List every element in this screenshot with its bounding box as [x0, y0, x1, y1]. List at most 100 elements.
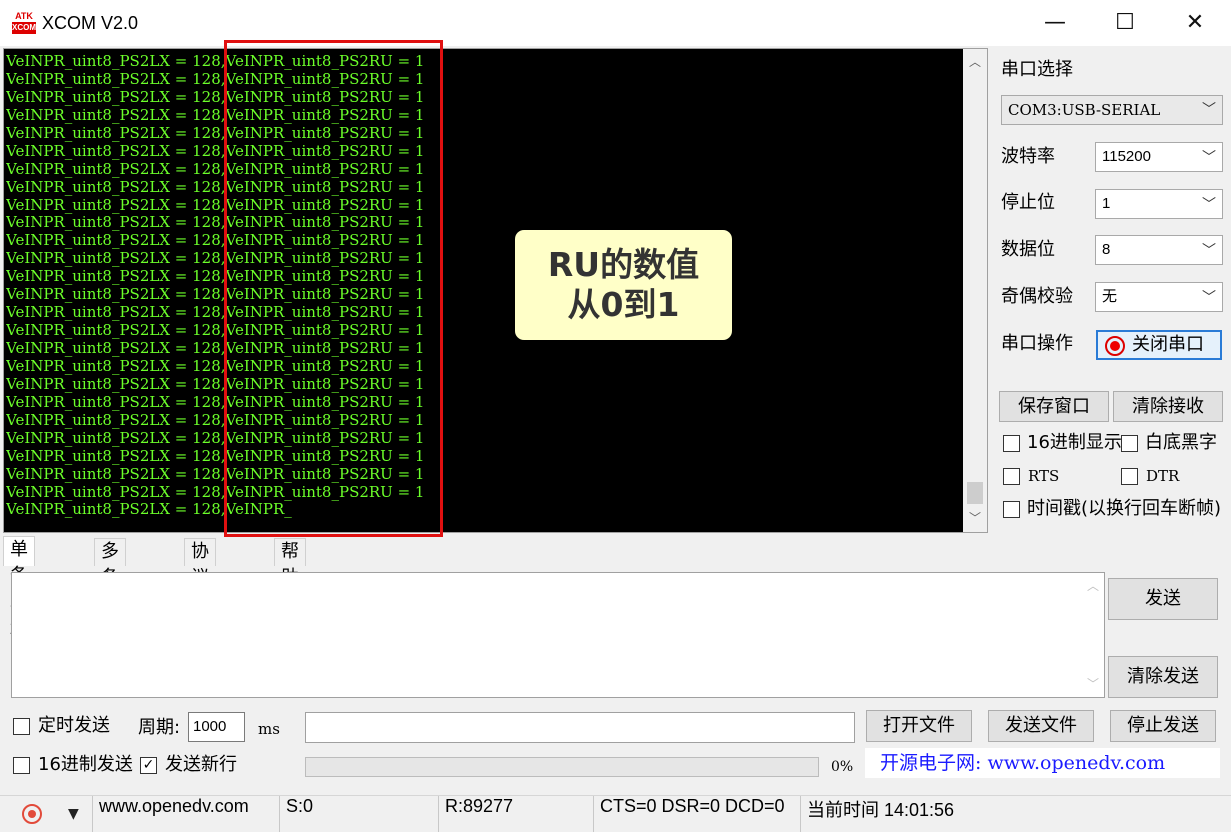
- status-sent-count: S:0: [279, 796, 313, 832]
- send-progress-bar: [305, 757, 819, 777]
- timestamp-checkbox[interactable]: [1003, 501, 1020, 518]
- chevron-down-icon: ﹀: [1202, 102, 1216, 118]
- logo-top-text: ATK: [15, 11, 33, 21]
- send-button[interactable]: 发送: [1108, 578, 1218, 620]
- callout-line-2: 从0到1: [567, 285, 680, 324]
- receive-line: VeINPR_uint8_PS2LX = 128,VeINPR_uint8_PS…: [6, 106, 425, 124]
- chevron-down-icon: ﹀: [1202, 289, 1216, 305]
- port-status-icon: [1105, 336, 1125, 356]
- period-unit: ms: [258, 720, 280, 738]
- hex-send-label: 16进制发送: [38, 754, 133, 775]
- maximize-button[interactable]: ☐: [1090, 0, 1160, 46]
- stop-bits-label: 停止位: [1001, 192, 1055, 213]
- dtr-checkbox[interactable]: [1121, 468, 1138, 485]
- timed-send-checkbox[interactable]: [13, 718, 30, 735]
- scroll-thumb[interactable]: [967, 482, 983, 504]
- caret-down-icon[interactable]: ▼: [68, 796, 79, 832]
- port-select-label: 串口选择: [1001, 59, 1073, 80]
- chevron-down-icon: ﹀: [1202, 242, 1216, 258]
- receive-line: VeINPR_uint8_PS2LX = 128,VeINPR_uint8_PS…: [6, 196, 425, 214]
- parity-value: 无: [1102, 288, 1118, 305]
- file-path-input[interactable]: [305, 712, 855, 743]
- receive-line: VeINPR_uint8_PS2LX = 128,VeINPR_uint8_PS…: [6, 411, 425, 429]
- receive-line: VeINPR_uint8_PS2LX = 128,VeINPR_uint8_PS…: [6, 232, 425, 250]
- receive-line: VeINPR_uint8_PS2LX = 128,VeINPR_uint8_PS…: [6, 393, 425, 411]
- annotation-callout: RU的数值 从0到1: [515, 230, 732, 340]
- stop-bits-value: 1: [1102, 195, 1111, 212]
- title-bar: ATK XCOM XCOM V2.0 — ☐ ✕: [0, 0, 1231, 46]
- scroll-down-icon[interactable]: ﹀: [963, 507, 987, 529]
- receive-textarea[interactable]: VeINPR_uint8_PS2LX = 128,VeINPR_uint8_PS…: [3, 48, 988, 533]
- status-website[interactable]: www.openedv.com: [92, 796, 249, 832]
- send-scrollbar[interactable]: ︿ ﹀: [1082, 573, 1104, 697]
- receive-scrollbar[interactable]: ︿ ﹀: [963, 49, 987, 532]
- tab-help[interactable]: 帮助: [274, 538, 306, 588]
- status-time: 当前时间 14:01:56: [800, 796, 954, 832]
- data-bits-value: 8: [1102, 241, 1111, 258]
- stop-send-button[interactable]: 停止发送: [1110, 710, 1216, 742]
- scroll-down-icon[interactable]: ﹀: [1082, 673, 1104, 695]
- data-bits-select[interactable]: 8 ﹀: [1095, 235, 1223, 265]
- chevron-down-icon: ﹀: [1202, 149, 1216, 165]
- parity-label: 奇偶校验: [1001, 286, 1073, 307]
- status-lines: CTS=0 DSR=0 DCD=0: [593, 796, 785, 832]
- port-select-value: COM3:USB-SERIAL: [1008, 101, 1161, 119]
- receive-line: VeINPR_uint8_PS2LX = 128,VeINPR_uint8_PS…: [6, 429, 425, 447]
- xcom-window: ATK XCOM XCOM V2.0 — ☐ ✕ VeINPR_uint8_PS…: [0, 0, 1231, 832]
- clear-send-button[interactable]: 清除发送: [1108, 656, 1218, 698]
- port-select[interactable]: COM3:USB-SERIAL ﹀: [1001, 95, 1223, 125]
- receive-line: VeINPR_uint8_PS2LX = 128,VeINPR_uint8_PS…: [6, 53, 425, 70]
- minimize-button[interactable]: —: [1020, 0, 1090, 46]
- openedv-banner[interactable]: 开源电子网: www.openedv.com: [865, 748, 1220, 778]
- record-icon[interactable]: [22, 804, 42, 824]
- white-black-checkbox[interactable]: [1121, 435, 1138, 452]
- receive-line: VeINPR_uint8_PS2LX = 128,VeINPR_uint8_PS…: [6, 375, 425, 393]
- parity-select[interactable]: 无 ﹀: [1095, 282, 1223, 312]
- receive-line: VeINPR_uint8_PS2LX = 128,VeINPR_uint8_PS…: [6, 483, 425, 501]
- receive-line: VeINPR_uint8_PS2LX = 128,VeINPR_uint8_PS…: [6, 340, 425, 357]
- close-button[interactable]: ✕: [1160, 0, 1230, 46]
- send-newline-label: 发送新行: [165, 754, 237, 775]
- receive-line: VeINPR_uint8_PS2LX = 128,VeINPR_uint8_PS…: [6, 304, 425, 322]
- period-input[interactable]: 1000: [188, 712, 245, 742]
- window-title: XCOM V2.0: [42, 13, 139, 33]
- serial-op-label: 串口操作: [1001, 333, 1073, 354]
- receive-line: VeINPR_uint8_PS2LX = 128,VeINPR_uint8_PS…: [6, 142, 425, 160]
- dtr-label: DTR: [1146, 467, 1180, 485]
- stop-bits-select[interactable]: 1 ﹀: [1095, 189, 1223, 219]
- receive-line: VeINPR_uint8_PS2LX = 128,VeINPR_uint8_PS…: [6, 214, 425, 232]
- baud-select[interactable]: 115200 ﹀: [1095, 142, 1223, 172]
- hex-display-checkbox[interactable]: [1003, 435, 1020, 452]
- tab-protocol[interactable]: 协议传输: [184, 538, 216, 640]
- scroll-up-icon[interactable]: ︿: [1082, 575, 1104, 597]
- atk-xcom-logo-icon: ATK XCOM: [12, 11, 36, 35]
- send-file-button[interactable]: 发送文件: [988, 710, 1094, 742]
- chevron-down-icon: ﹀: [1202, 196, 1216, 212]
- timestamp-label: 时间戳(以换行回车断帧): [1027, 498, 1222, 519]
- receive-line: VeINPR_uint8_PS2LX = 128,VeINPR_uint8_PS…: [6, 268, 425, 286]
- save-window-button[interactable]: 保存窗口: [999, 391, 1109, 422]
- white-black-label: 白底黑字: [1145, 432, 1217, 453]
- close-port-button[interactable]: 关闭串口: [1096, 330, 1222, 360]
- tab-multi-send[interactable]: 多条发送: [94, 538, 126, 640]
- period-label: 周期:: [138, 717, 181, 738]
- logo-bottom-text: XCOM: [12, 22, 36, 34]
- clear-receive-button[interactable]: 清除接收: [1113, 391, 1223, 422]
- open-file-button[interactable]: 打开文件: [866, 710, 972, 742]
- hex-send-checkbox[interactable]: [13, 757, 30, 774]
- rts-checkbox[interactable]: [1003, 468, 1020, 485]
- period-input-value: 1000: [193, 718, 227, 735]
- close-port-label: 关闭串口: [1132, 334, 1204, 355]
- receive-line: VeINPR_uint8_PS2LX = 128,VeINPR_uint8_PS…: [6, 124, 425, 142]
- send-newline-checkbox[interactable]: ✓: [140, 757, 157, 774]
- receive-line: VeINPR_uint8_PS2LX = 128,VeINPR_uint8_PS…: [6, 88, 425, 106]
- send-textarea[interactable]: ︿ ﹀: [11, 572, 1105, 698]
- receive-line: VeINPR_uint8_PS2LX = 128,VeINPR_uint8_PS…: [6, 70, 425, 88]
- tab-single-send[interactable]: 单条发送: [3, 536, 35, 638]
- scroll-up-icon[interactable]: ︿: [963, 51, 987, 73]
- timed-send-label: 定时发送: [38, 715, 110, 736]
- callout-line-1: RU的数值: [547, 245, 700, 284]
- receive-line: VeINPR_uint8_PS2LX = 128,VeINPR_uint8_PS…: [6, 465, 425, 483]
- receive-line: VeINPR_uint8_PS2LX = 128,VeINPR_uint8_PS…: [6, 178, 425, 196]
- baud-label: 波特率: [1001, 146, 1055, 167]
